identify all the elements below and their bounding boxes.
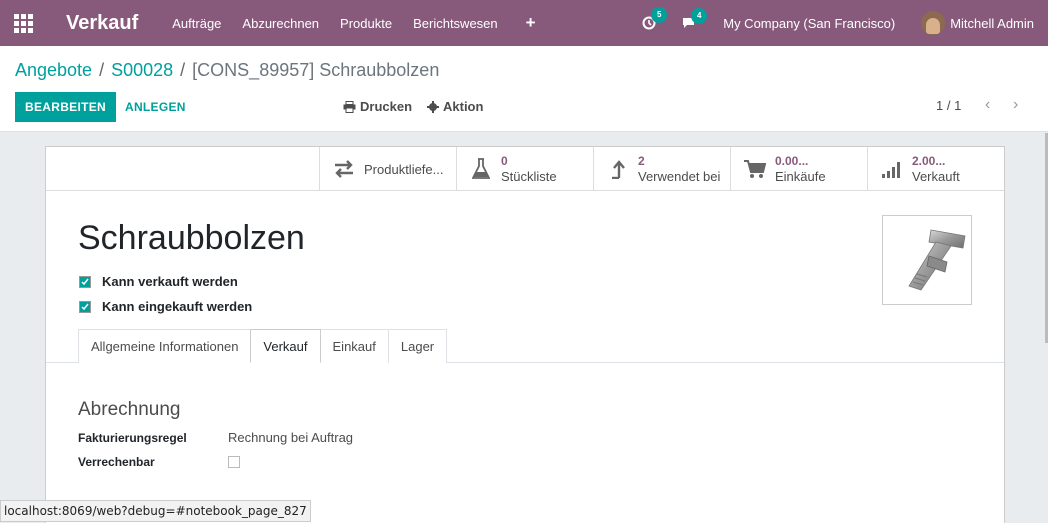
smart-button-box: Produktliefe... 0 Stückliste 2 Verwendet… xyxy=(46,147,1004,191)
tab-purchase[interactable]: Einkauf xyxy=(319,329,389,363)
breadcrumb: Angebote / S00028 / [CONS_89957] Schraub… xyxy=(15,60,439,81)
menu-orders[interactable]: Aufträge xyxy=(172,16,221,31)
print-dropdown[interactable]: Drucken xyxy=(343,99,412,114)
notebook-tabs: Allgemeine Informationen Verkauf Einkauf… xyxy=(78,329,448,363)
routes-smart-button[interactable]: Produktliefe... xyxy=(319,147,456,191)
menu-to-invoice[interactable]: Abzurechnen xyxy=(242,16,319,31)
sold-label: Verkauft xyxy=(912,169,960,184)
signal-bars-icon xyxy=(880,160,904,178)
breadcrumb-order[interactable]: S00028 xyxy=(111,60,173,81)
can-be-purchased-checkbox[interactable] xyxy=(79,300,91,313)
tab-general-information[interactable]: Allgemeine Informationen xyxy=(78,329,252,363)
flask-icon xyxy=(469,158,493,180)
pager-previous-icon[interactable]: ‹ xyxy=(985,96,990,114)
print-icon xyxy=(343,100,356,113)
can-be-purchased-field: Kann eingekauft werden xyxy=(79,299,252,314)
bom-count: 0 xyxy=(501,154,508,168)
menu-more-plus-icon[interactable]: + xyxy=(526,13,536,33)
app-brand[interactable]: Verkauf xyxy=(66,12,138,35)
expense-policy-label: Verrechenbar xyxy=(78,455,155,469)
browser-status-bar: localhost:8069/web?debug=#notebook_page_… xyxy=(0,500,311,522)
create-button[interactable]: ANLEGEN xyxy=(125,92,186,122)
purchased-smart-button[interactable]: 0.00... Einkäufe xyxy=(730,147,867,191)
pager-next-icon[interactable]: › xyxy=(1013,96,1018,114)
used-in-count: 2 xyxy=(638,154,645,168)
sold-smart-button[interactable]: 2.00... Verkauft xyxy=(867,147,1004,191)
bom-label: Stückliste xyxy=(501,169,557,184)
purchased-label: Einkäufe xyxy=(775,169,826,184)
activity-icon[interactable]: 5 xyxy=(642,7,668,30)
control-panel: Angebote / S00028 / [CONS_89957] Schraub… xyxy=(0,46,1048,132)
breadcrumb-current: [CONS_89957] Schraubbolzen xyxy=(192,60,440,80)
invoicing-policy-value[interactable]: Rechnung bei Auftrag xyxy=(228,430,353,445)
product-image[interactable] xyxy=(882,215,972,305)
user-avatar[interactable] xyxy=(921,11,946,35)
apps-menu-icon[interactable] xyxy=(0,0,46,46)
bom-smart-button[interactable]: 0 Stückliste xyxy=(456,147,593,191)
activity-count-badge: 5 xyxy=(651,7,668,23)
invoicing-policy-label: Fakturierungsregel xyxy=(78,431,187,445)
invoicing-section-title: Abrechnung xyxy=(78,399,181,420)
level-up-icon xyxy=(606,159,630,179)
print-label: Drucken xyxy=(360,99,413,114)
tab-sales[interactable]: Verkauf xyxy=(250,329,321,363)
company-switcher[interactable]: My Company (San Francisco) xyxy=(723,16,895,31)
edit-button[interactable]: BEARBEITEN xyxy=(15,92,117,122)
can-be-purchased-label: Kann eingekauft werden xyxy=(102,299,253,314)
breadcrumb-quotations[interactable]: Angebote xyxy=(15,60,92,81)
exchange-icon xyxy=(332,160,356,178)
expense-policy-checkbox[interactable] xyxy=(228,456,240,468)
shopping-cart-icon xyxy=(743,159,767,179)
messages-icon[interactable]: 4 xyxy=(682,7,708,30)
breadcrumb-separator: / xyxy=(180,60,186,80)
can-be-sold-checkbox[interactable] xyxy=(79,275,91,288)
form-sheet: Produktliefe... 0 Stückliste 2 Verwendet… xyxy=(45,146,1005,523)
gear-icon xyxy=(427,100,439,113)
breadcrumb-separator: / xyxy=(99,60,105,80)
sold-value: 2.00... xyxy=(912,154,946,168)
menu-products[interactable]: Produkte xyxy=(340,16,392,31)
routes-label: Produktliefe... xyxy=(364,161,444,177)
used-in-smart-button[interactable]: 2 Verwendet bei xyxy=(593,147,730,191)
user-menu[interactable]: Mitchell Admin xyxy=(950,16,1034,31)
action-label: Aktion xyxy=(443,99,484,114)
menu-reporting[interactable]: Berichtswesen xyxy=(413,16,498,31)
tab-inventory[interactable]: Lager xyxy=(387,329,448,363)
used-in-label: Verwendet bei xyxy=(638,169,721,184)
top-navbar: Verkauf Aufträge Abzurechnen Produkte Be… xyxy=(0,0,1048,46)
product-name: Schraubbolzen xyxy=(78,219,305,257)
purchased-value: 0.00... xyxy=(775,154,809,168)
action-dropdown[interactable]: Aktion xyxy=(427,99,483,114)
message-count-badge: 4 xyxy=(691,7,708,24)
can-be-sold-label: Kann verkauft werden xyxy=(102,274,238,289)
can-be-sold-field: Kann verkauft werden xyxy=(79,274,238,289)
pager-value[interactable]: 1 / 1 xyxy=(936,98,961,113)
